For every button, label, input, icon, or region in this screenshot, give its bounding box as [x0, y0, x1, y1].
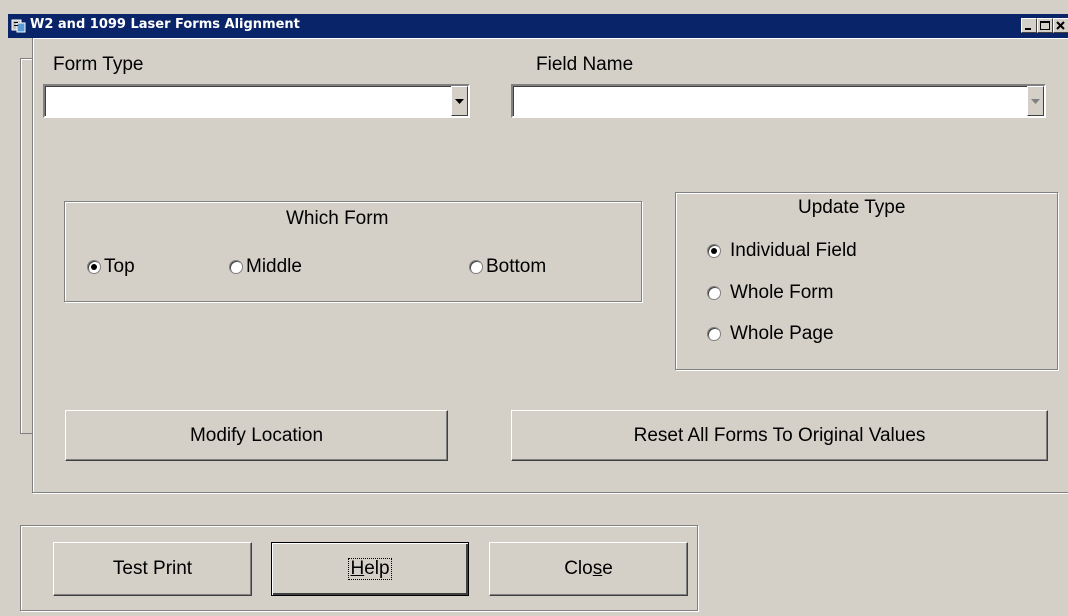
- alignment-window: { "window": { "title": "W2 and 1099 Lase…: [0, 0, 1068, 616]
- reset-all-forms-button[interactable]: Reset All Forms To Original Values: [511, 410, 1048, 461]
- radio-whole-page[interactable]: Whole Page: [707, 323, 834, 345]
- maximize-button[interactable]: [1037, 18, 1053, 33]
- close-window-button[interactable]: [1053, 18, 1068, 33]
- close-button[interactable]: Close: [489, 542, 688, 596]
- app-icon: [11, 18, 26, 33]
- close-label-post: e: [602, 558, 613, 579]
- reset-all-forms-label: Reset All Forms To Original Values: [633, 424, 926, 446]
- radio-whole-form[interactable]: Whole Form: [707, 282, 833, 304]
- test-print-label: Test Print: [112, 558, 193, 579]
- radio-middle[interactable]: Middle: [229, 256, 302, 278]
- radio-individual-field[interactable]: Individual Field: [707, 240, 857, 262]
- radio-individual-field-circle[interactable]: [707, 244, 721, 258]
- radio-top[interactable]: Top: [87, 256, 135, 278]
- minimize-icon: [1022, 19, 1036, 32]
- chevron-down-icon: [455, 92, 464, 110]
- radio-bottom-label: Bottom: [486, 256, 547, 277]
- help-label: Help: [348, 558, 392, 580]
- close-mnemonic: s: [592, 558, 603, 579]
- help-button[interactable]: Help: [271, 542, 469, 596]
- maximize-icon: [1038, 19, 1052, 32]
- help-label-rest: elp: [364, 558, 390, 579]
- radio-middle-circle[interactable]: [229, 260, 243, 274]
- field-name-label: Field Name: [536, 54, 634, 75]
- minimize-button[interactable]: [1021, 18, 1037, 33]
- test-print-button[interactable]: Test Print: [53, 542, 252, 596]
- radio-bottom[interactable]: Bottom: [469, 256, 546, 278]
- radio-bottom-circle[interactable]: [469, 260, 483, 274]
- modify-location-button[interactable]: Modify Location: [65, 410, 448, 461]
- radio-middle-label: Middle: [246, 256, 302, 277]
- title-bar[interactable]: W2 and 1099 Laser Forms Alignment: [8, 14, 1068, 38]
- radio-whole-form-circle[interactable]: [707, 286, 721, 300]
- radio-top-label: Top: [104, 256, 135, 277]
- radio-whole-form-label: Whole Form: [730, 282, 834, 303]
- which-form-title: Which Form: [286, 208, 389, 229]
- field-name-dropdown-button[interactable]: [1027, 86, 1044, 116]
- close-icon: [1054, 19, 1068, 32]
- radio-whole-page-label: Whole Page: [730, 323, 834, 344]
- close-label: Close: [564, 558, 613, 580]
- radio-top-circle[interactable]: [87, 260, 101, 274]
- window-title: W2 and 1099 Laser Forms Alignment: [30, 17, 300, 32]
- form-type-combo[interactable]: [43, 84, 470, 118]
- field-name-combo[interactable]: [511, 84, 1046, 118]
- modify-location-label: Modify Location: [189, 424, 324, 446]
- update-type-title: Update Type: [798, 197, 906, 218]
- chevron-down-icon: [1031, 92, 1040, 110]
- radio-individual-field-label: Individual Field: [730, 240, 857, 261]
- form-type-dropdown-button[interactable]: [451, 86, 468, 116]
- form-type-label: Form Type: [53, 54, 144, 75]
- radio-whole-page-circle[interactable]: [707, 327, 721, 341]
- close-label-pre: Clo: [564, 558, 593, 579]
- help-mnemonic: H: [350, 558, 365, 579]
